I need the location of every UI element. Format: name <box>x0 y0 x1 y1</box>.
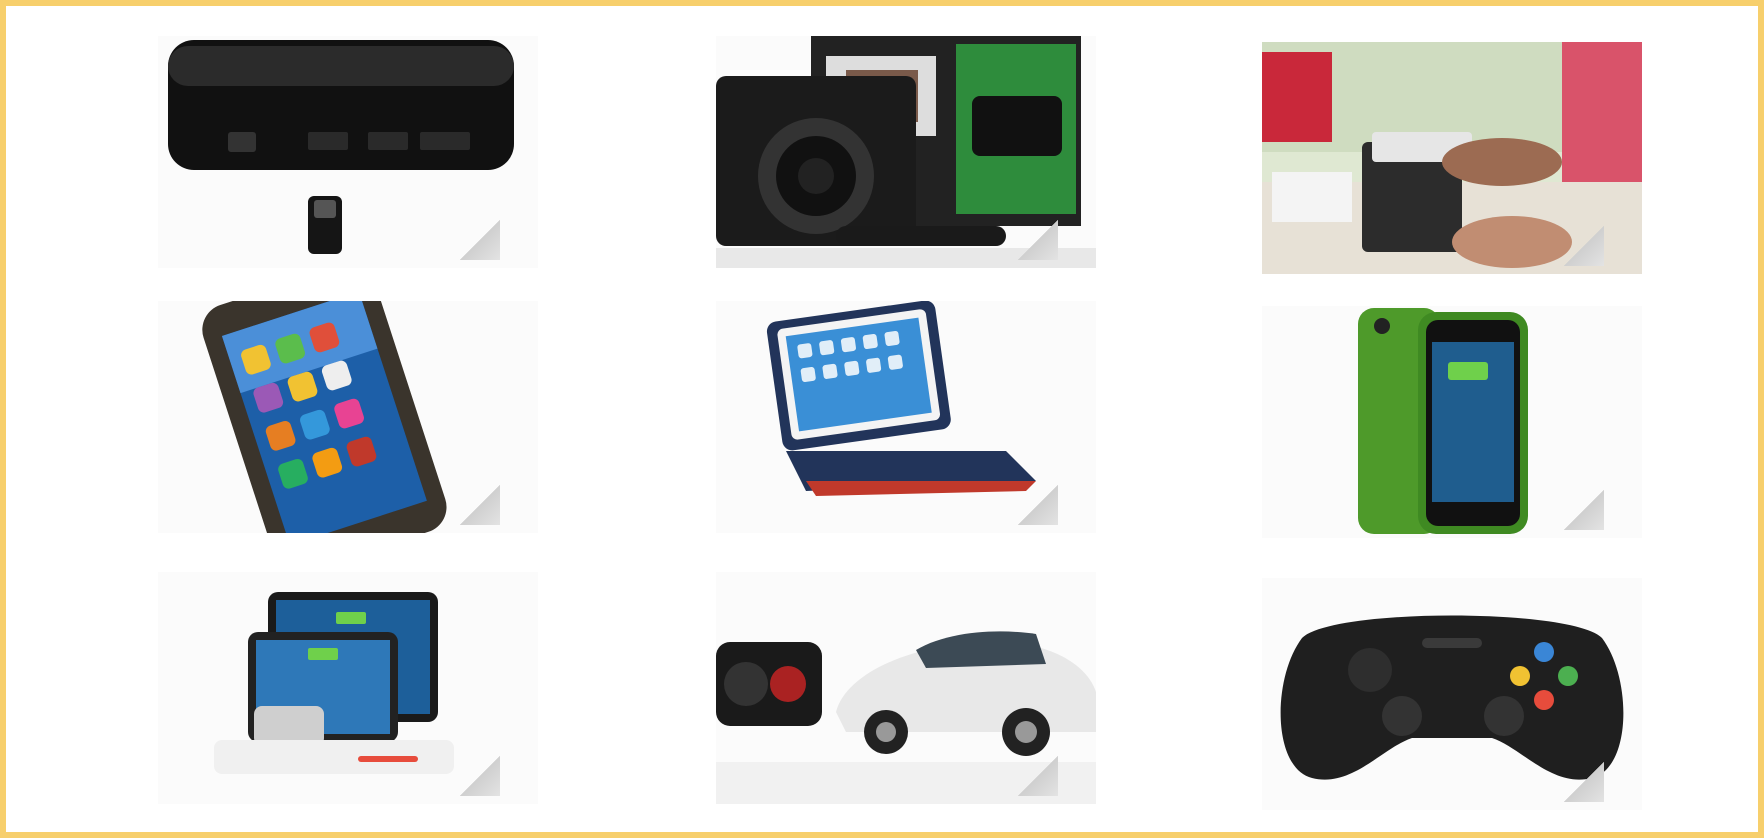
product-tile-sports-car <box>716 572 1096 804</box>
product-tile-phone-case <box>158 301 538 533</box>
page-curl <box>460 220 500 260</box>
product-tile-game-controller <box>1262 578 1642 810</box>
page-curl <box>1018 756 1058 796</box>
page-curl <box>1018 220 1058 260</box>
page-curl <box>1564 762 1604 802</box>
product-tile-camera <box>716 36 1096 268</box>
product-tile-tablet-folio <box>716 301 1096 533</box>
product-tile-battery-case <box>1262 306 1642 538</box>
page-curl <box>460 756 500 796</box>
product-tile-printer <box>1262 42 1642 274</box>
page-curl <box>1018 485 1058 525</box>
image-frame <box>6 6 1758 832</box>
product-tile-charging-station <box>158 572 538 804</box>
page-curl <box>460 485 500 525</box>
product-tile-media-streamer <box>158 36 538 268</box>
page-curl <box>1564 226 1604 266</box>
page-curl <box>1564 490 1604 530</box>
